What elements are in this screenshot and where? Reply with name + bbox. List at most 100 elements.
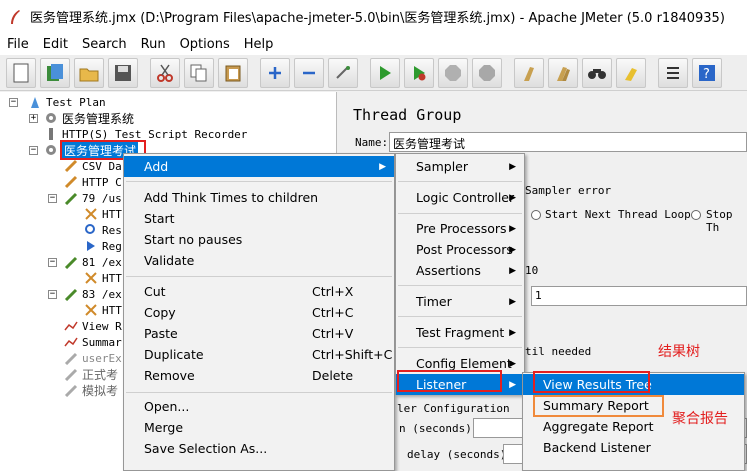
stop-icon[interactable] bbox=[438, 57, 468, 88]
jmeter-feather-icon bbox=[8, 9, 22, 25]
sampler-icon bbox=[64, 255, 78, 270]
duration-label: n (seconds) bbox=[399, 422, 472, 435]
menu-item-start-no-pauses[interactable]: Start no pauses bbox=[124, 229, 394, 250]
tree-node-81[interactable]: 81 /ex bbox=[64, 254, 122, 270]
menu-help[interactable]: Help bbox=[237, 37, 281, 52]
tree-node-header2[interactable]: HTT bbox=[84, 270, 122, 286]
toggle-icon[interactable] bbox=[328, 57, 358, 88]
menu-item-add[interactable]: Add ▶ bbox=[124, 156, 394, 177]
wrench-icon bbox=[84, 303, 98, 317]
submenu-arrow-icon: ▶ bbox=[379, 161, 386, 172]
clear-all-icon[interactable] bbox=[548, 57, 578, 88]
copy-icon[interactable] bbox=[184, 57, 214, 88]
radio-stop[interactable] bbox=[691, 210, 701, 220]
collapse-toggle[interactable]: − bbox=[48, 290, 57, 299]
tree-node-header[interactable]: HTT bbox=[84, 206, 122, 222]
title-bar: 医务管理系统.jmx (D:\Program Files\apache-jmet… bbox=[0, 0, 747, 33]
menu-item-save-selection[interactable]: Save Selection As... bbox=[124, 438, 394, 459]
tree-node-csv[interactable]: CSV Da bbox=[64, 158, 122, 174]
submenu-arrow-icon: ▶ bbox=[509, 244, 516, 255]
tree-node-sys[interactable]: 医务管理系统 bbox=[44, 110, 134, 126]
save-icon[interactable] bbox=[108, 57, 138, 88]
menu-item-remove[interactable]: Remove Delete bbox=[124, 365, 394, 386]
add-submenu: Sampler ▶ Logic Controller ▶ Pre Processor… bbox=[395, 153, 525, 395]
tree-node-view-results[interactable]: View R bbox=[64, 318, 122, 334]
tree-node-response[interactable]: Res bbox=[84, 222, 122, 238]
menu-item-backend-listener[interactable]: Backend Listener bbox=[523, 437, 744, 458]
collapse-toggle[interactable]: − bbox=[9, 98, 18, 107]
stop-label: Stop Th bbox=[706, 208, 733, 234]
menu-item-test-fragment[interactable]: Test Fragment ▶ bbox=[396, 322, 524, 343]
highlight-view-results-tree bbox=[533, 371, 650, 393]
templates-icon[interactable] bbox=[40, 57, 70, 88]
svg-text:?: ? bbox=[703, 67, 710, 82]
menu-run[interactable]: Run bbox=[134, 37, 173, 52]
collapse-toggle[interactable]: − bbox=[48, 194, 57, 203]
reset-search-icon[interactable] bbox=[616, 57, 646, 88]
clear-icon[interactable] bbox=[514, 57, 544, 88]
menu-item-timer[interactable]: Timer ▶ bbox=[396, 291, 524, 312]
expand-toggle[interactable]: + bbox=[29, 114, 38, 123]
wrench-icon bbox=[84, 271, 98, 285]
submenu-arrow-icon: ▶ bbox=[509, 265, 516, 276]
menu-item-copy[interactable]: Copy Ctrl+C bbox=[124, 302, 394, 323]
menu-file[interactable]: File bbox=[0, 37, 36, 52]
submenu-arrow-icon: ▶ bbox=[509, 161, 516, 172]
menu-item-cut[interactable]: Cut Ctrl+X bbox=[124, 281, 394, 302]
menu-item-paste[interactable]: Paste Ctrl+V bbox=[124, 323, 394, 344]
tree-node-summary[interactable]: Summar bbox=[64, 334, 122, 350]
menu-item-start[interactable]: Start bbox=[124, 208, 394, 229]
gear-icon bbox=[44, 143, 58, 157]
delay-label: delay (seconds) bbox=[407, 448, 507, 461]
function-helper-icon[interactable] bbox=[658, 57, 688, 88]
menu-item-open[interactable]: Open... bbox=[124, 396, 394, 417]
ramp-up-input[interactable]: 1 bbox=[531, 286, 747, 306]
menu-item-sampler[interactable]: Sampler ▶ bbox=[396, 156, 524, 177]
menu-item-logic-controller[interactable]: Logic Controller ▶ bbox=[396, 187, 524, 208]
until-needed-label: til needed bbox=[525, 345, 592, 358]
collapse-toggle[interactable]: − bbox=[29, 146, 38, 155]
tree-node-regex[interactable]: Reg bbox=[84, 238, 122, 254]
shutdown-icon[interactable] bbox=[472, 57, 502, 88]
menu-options[interactable]: Options bbox=[173, 37, 237, 52]
next-loop-label: Start Next Thread Loop bbox=[545, 208, 691, 221]
menu-bar: File Edit Search Run Options Help bbox=[0, 33, 747, 55]
tree-node-test-plan[interactable]: Test Plan bbox=[28, 94, 106, 110]
collapse-toggle[interactable]: − bbox=[48, 258, 57, 267]
menu-item-assertions[interactable]: Assertions ▶ bbox=[396, 260, 524, 281]
menu-search[interactable]: Search bbox=[75, 37, 134, 52]
open-icon[interactable] bbox=[74, 57, 104, 88]
wrench-icon bbox=[84, 207, 98, 221]
tree-node-79[interactable]: 79 /us bbox=[64, 190, 122, 206]
submenu-arrow-icon: ▶ bbox=[509, 296, 516, 307]
cut-icon[interactable] bbox=[150, 57, 180, 88]
tree-node-http-cookie[interactable]: HTTP C bbox=[64, 174, 122, 190]
help-icon[interactable]: ? bbox=[692, 57, 722, 88]
tree-node-83[interactable]: 83 /ex bbox=[64, 286, 122, 302]
menu-item-duplicate[interactable]: Duplicate Ctrl+Shift+C bbox=[124, 344, 394, 365]
sampler-icon bbox=[64, 287, 78, 302]
menu-item-post-processors[interactable]: Post Processors ▶ bbox=[396, 239, 524, 260]
toolbar: ? bbox=[0, 55, 747, 91]
menu-item-merge[interactable]: Merge bbox=[124, 417, 394, 438]
tree-node-formal[interactable]: 正式考 bbox=[64, 366, 118, 382]
menu-item-validate[interactable]: Validate bbox=[124, 250, 394, 271]
search-icon[interactable] bbox=[582, 57, 612, 88]
collapse-icon[interactable] bbox=[294, 57, 324, 88]
tree-node-user-ex[interactable]: userEx bbox=[64, 350, 122, 366]
name-input[interactable]: 医务管理考试 bbox=[389, 132, 747, 152]
threads-value: 10 bbox=[525, 264, 539, 277]
start-icon[interactable] bbox=[370, 57, 400, 88]
panel-title: Thread Group bbox=[353, 106, 462, 124]
menu-edit[interactable]: Edit bbox=[36, 37, 75, 52]
paste-icon[interactable] bbox=[218, 57, 248, 88]
menu-item-think-times[interactable]: Add Think Times to children bbox=[124, 187, 394, 208]
tree-node-mock[interactable]: 模拟考 bbox=[64, 382, 118, 398]
new-icon[interactable] bbox=[6, 57, 36, 88]
start-no-pauses-icon[interactable] bbox=[404, 57, 434, 88]
menu-item-pre-processors[interactable]: Pre Processors ▶ bbox=[396, 218, 524, 239]
radio-next-loop[interactable] bbox=[531, 210, 541, 220]
submenu-arrow-icon: ▶ bbox=[509, 358, 516, 369]
expand-icon[interactable] bbox=[260, 57, 290, 88]
tree-node-header3[interactable]: HTT bbox=[84, 302, 122, 318]
